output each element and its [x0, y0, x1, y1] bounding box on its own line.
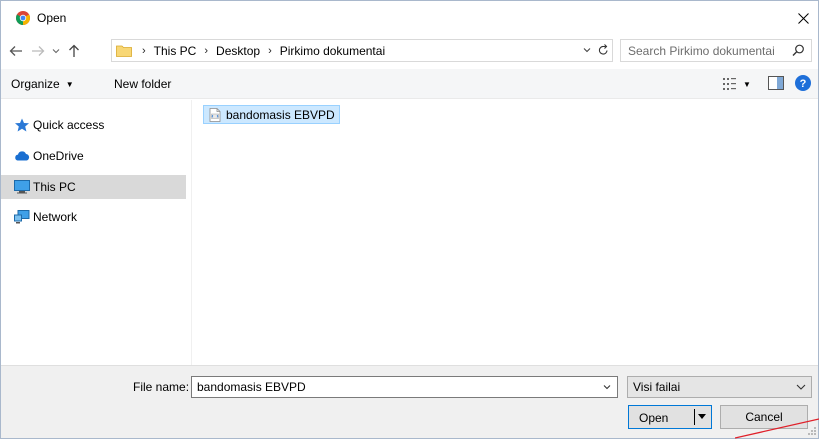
- search-box[interactable]: [620, 39, 812, 62]
- arrow-left-icon: [9, 46, 22, 56]
- caret-down-icon[interactable]: [698, 414, 706, 419]
- recent-locations-button[interactable]: [49, 41, 63, 61]
- file-type-select[interactable]: Visi failai: [627, 376, 812, 398]
- window-title: Open: [37, 11, 67, 25]
- chevron-down-icon: [52, 49, 60, 54]
- file-name-label: File name:: [133, 380, 190, 394]
- resize-grip-icon[interactable]: [807, 426, 817, 436]
- breadcrumb-this-pc[interactable]: This PC: [154, 44, 197, 58]
- folder-icon: [116, 45, 132, 57]
- file-item-bandomasis-ebvpd[interactable]: bandomasis EBVPD: [203, 105, 340, 124]
- back-button[interactable]: [7, 41, 25, 61]
- command-bar: Organize ▼ New folder ▼ ?: [1, 69, 818, 99]
- breadcrumb-separator: ›: [204, 44, 209, 57]
- computer-icon: [14, 180, 30, 194]
- search-icon[interactable]: [792, 44, 805, 57]
- sidebar-item-label: OneDrive: [33, 149, 84, 163]
- split-divider: [694, 409, 695, 425]
- title-bar: Open: [1, 1, 818, 35]
- new-folder-button[interactable]: New folder: [114, 75, 171, 93]
- change-view-button[interactable]: ▼: [723, 75, 751, 93]
- sidebar-item-onedrive[interactable]: OneDrive: [1, 144, 186, 168]
- chevron-down-icon: [583, 48, 591, 53]
- file-name-input[interactable]: [192, 380, 592, 394]
- open-split-button[interactable]: Open: [628, 405, 712, 429]
- chevron-down-icon: [796, 384, 806, 390]
- star-icon: [15, 118, 29, 132]
- breadcrumb-desktop[interactable]: Desktop: [216, 44, 260, 58]
- cancel-button[interactable]: Cancel: [720, 405, 808, 429]
- breadcrumb-pirkimo-dokumentai[interactable]: Pirkimo dokumentai: [280, 44, 385, 58]
- caret-down-icon: ▼: [743, 79, 751, 89]
- breadcrumb-separator: ›: [142, 44, 146, 57]
- sidebar-item-quick-access[interactable]: Quick access: [1, 113, 186, 137]
- refresh-icon: [598, 44, 608, 55]
- chevron-down-icon: [603, 385, 611, 390]
- file-name-combobox[interactable]: [191, 376, 618, 398]
- pane-divider[interactable]: [191, 100, 192, 365]
- refresh-button[interactable]: [595, 40, 611, 60]
- bottom-panel: File name: Visi failai Open Cancel: [1, 365, 818, 438]
- file-name-dropdown-button[interactable]: [601, 380, 613, 394]
- sidebar-item-label: Quick access: [33, 118, 105, 132]
- forward-button[interactable]: [29, 41, 47, 61]
- sidebar-item-label: Network: [33, 210, 78, 224]
- preview-pane-icon[interactable]: [768, 76, 784, 90]
- close-icon: [797, 12, 809, 24]
- navigation-row: › This PC › Desktop › Pirkimo dokumentai: [1, 37, 818, 65]
- open-button-label: Open: [639, 411, 669, 425]
- organize-button[interactable]: Organize ▼: [11, 75, 74, 93]
- sidebar-item-label: This PC: [33, 180, 76, 194]
- close-button[interactable]: [786, 1, 818, 35]
- breadcrumb-separator: ›: [268, 44, 272, 57]
- address-bar[interactable]: › This PC › Desktop › Pirkimo dokumentai: [111, 39, 613, 62]
- organize-label: Organize: [11, 77, 60, 91]
- sidebar-item-this-pc[interactable]: This PC: [1, 175, 186, 199]
- network-icon: [14, 210, 30, 224]
- help-icon[interactable]: ?: [795, 75, 811, 91]
- arrow-right-icon: [32, 46, 45, 56]
- caret-down-icon: ▼: [65, 79, 74, 89]
- arrow-up-icon: [69, 44, 79, 57]
- sidebar-item-network[interactable]: Network: [1, 205, 186, 229]
- file-type-value: Visi failai: [633, 380, 681, 394]
- file-name-text: bandomasis EBVPD: [226, 107, 335, 122]
- chrome-icon: [16, 11, 30, 25]
- search-input[interactable]: [628, 43, 788, 58]
- view-details-icon: [723, 78, 736, 90]
- open-file-dialog: Open › This PC › Desktop › Pirkimo dokum: [0, 0, 819, 439]
- svg-text:?: ?: [800, 78, 807, 90]
- up-button[interactable]: [65, 41, 83, 61]
- xml-file-icon: [209, 108, 221, 122]
- address-history-dropdown[interactable]: [580, 40, 594, 60]
- cloud-icon: [15, 151, 30, 161]
